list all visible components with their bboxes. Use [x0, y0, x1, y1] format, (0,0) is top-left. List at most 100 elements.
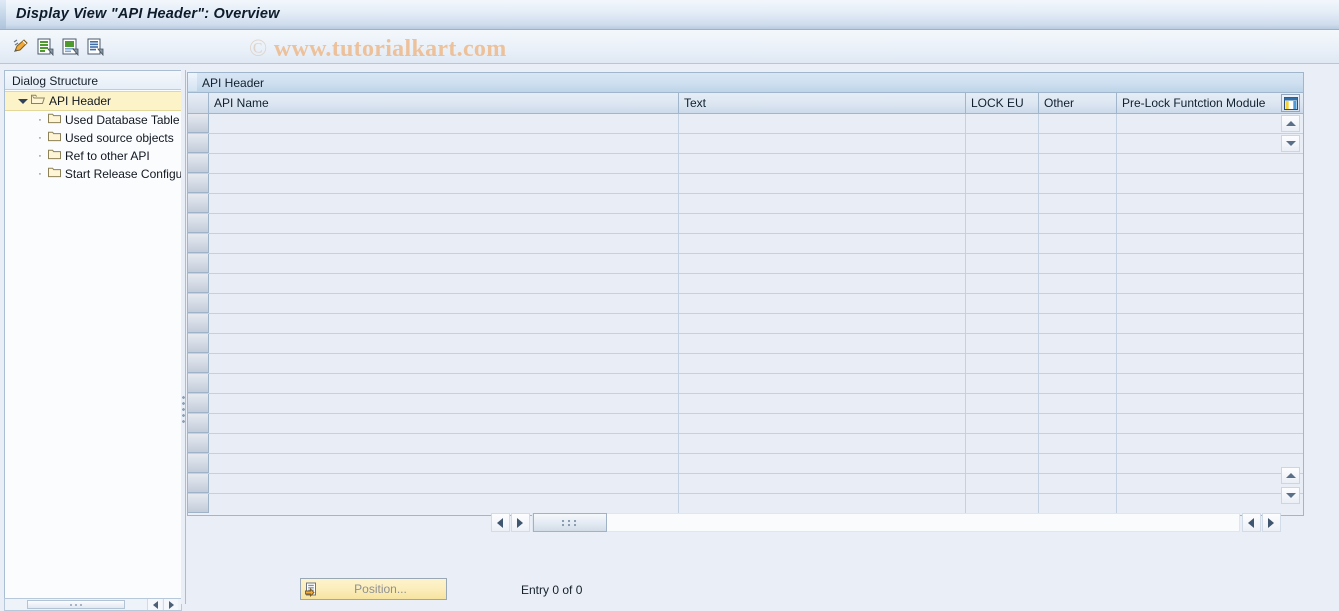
- table-cell[interactable]: [1039, 154, 1117, 173]
- table-cell[interactable]: [209, 334, 679, 353]
- table-cell[interactable]: [1039, 254, 1117, 273]
- table-cell[interactable]: [966, 414, 1039, 433]
- table-cell[interactable]: [1039, 274, 1117, 293]
- table-cell[interactable]: [679, 174, 966, 193]
- panel-splitter[interactable]: [181, 70, 186, 604]
- table-cell[interactable]: [1039, 454, 1117, 473]
- table-cell[interactable]: [209, 454, 679, 473]
- table-cell[interactable]: [1039, 134, 1117, 153]
- row-selector[interactable]: [188, 294, 209, 313]
- table-row[interactable]: [188, 454, 1303, 474]
- table-cell[interactable]: [1117, 214, 1303, 233]
- scroll-page-down-arrow[interactable]: [1281, 487, 1300, 504]
- table-cell[interactable]: [679, 294, 966, 313]
- row-selector[interactable]: [188, 194, 209, 213]
- sidebar-horizontal-scrollbar[interactable]: [4, 598, 182, 611]
- table-cell[interactable]: [1039, 194, 1117, 213]
- table-cell[interactable]: [679, 274, 966, 293]
- table-row[interactable]: [188, 114, 1303, 134]
- table-row[interactable]: [188, 434, 1303, 454]
- scroll-down-arrow[interactable]: [1281, 135, 1300, 152]
- table-vertical-scrollbar[interactable]: [1281, 93, 1301, 508]
- table-cell[interactable]: [1117, 414, 1303, 433]
- row-selector[interactable]: [188, 454, 209, 473]
- table-cell[interactable]: [679, 374, 966, 393]
- table-cell[interactable]: [1039, 334, 1117, 353]
- table-cell[interactable]: [966, 174, 1039, 193]
- row-selector[interactable]: [188, 474, 209, 493]
- table-cell[interactable]: [209, 234, 679, 253]
- table-cell[interactable]: [1117, 394, 1303, 413]
- row-selector[interactable]: [188, 234, 209, 253]
- table-cell[interactable]: [679, 414, 966, 433]
- table-cell[interactable]: [209, 134, 679, 153]
- hscroll-track[interactable]: [532, 513, 1240, 532]
- table-cell[interactable]: [1039, 174, 1117, 193]
- scroll-right-arrow[interactable]: [163, 599, 178, 610]
- row-selector[interactable]: [188, 314, 209, 333]
- table-cell[interactable]: [679, 494, 966, 513]
- table-row[interactable]: [188, 134, 1303, 154]
- table-cell[interactable]: [1039, 314, 1117, 333]
- table-cell[interactable]: [1039, 294, 1117, 313]
- table-cell[interactable]: [679, 434, 966, 453]
- column-header-lock-eu[interactable]: LOCK EU: [966, 93, 1039, 113]
- table-row[interactable]: [188, 374, 1303, 394]
- table-row[interactable]: [188, 214, 1303, 234]
- table-cell[interactable]: [679, 214, 966, 233]
- table-cell[interactable]: [966, 454, 1039, 473]
- row-selector[interactable]: [188, 494, 209, 513]
- table-row[interactable]: [188, 314, 1303, 334]
- table-cell[interactable]: [966, 254, 1039, 273]
- position-button[interactable]: Position...: [300, 578, 447, 600]
- row-selector[interactable]: [188, 394, 209, 413]
- hscroll-thumb[interactable]: [533, 513, 607, 532]
- table-cell[interactable]: [966, 234, 1039, 253]
- copy-as-icon[interactable]: [59, 37, 81, 57]
- details-icon[interactable]: [84, 37, 106, 57]
- table-cell[interactable]: [966, 394, 1039, 413]
- table-cell[interactable]: [1039, 394, 1117, 413]
- table-cell[interactable]: [1117, 274, 1303, 293]
- table-cell[interactable]: [679, 194, 966, 213]
- table-row[interactable]: [188, 394, 1303, 414]
- table-cell[interactable]: [679, 154, 966, 173]
- row-selector[interactable]: [188, 334, 209, 353]
- row-selector[interactable]: [188, 434, 209, 453]
- table-cell[interactable]: [966, 334, 1039, 353]
- row-selector[interactable]: [188, 154, 209, 173]
- table-row[interactable]: [188, 354, 1303, 374]
- table-cell[interactable]: [1117, 354, 1303, 373]
- row-selector[interactable]: [188, 134, 209, 153]
- table-cell[interactable]: [679, 314, 966, 333]
- table-cell[interactable]: [679, 114, 966, 133]
- row-selector[interactable]: [188, 114, 209, 133]
- table-cell[interactable]: [1117, 174, 1303, 193]
- table-cell[interactable]: [209, 274, 679, 293]
- table-cell[interactable]: [209, 154, 679, 173]
- table-cell[interactable]: [209, 374, 679, 393]
- hscroll-left-arrow[interactable]: [491, 513, 510, 532]
- table-cell[interactable]: [966, 294, 1039, 313]
- table-cell[interactable]: [1039, 214, 1117, 233]
- splitter-grip[interactable]: [182, 396, 185, 424]
- hscroll-page-left-arrow[interactable]: [1242, 513, 1261, 532]
- table-row[interactable]: [188, 414, 1303, 434]
- hscroll-right-arrow[interactable]: [511, 513, 530, 532]
- table-cell[interactable]: [1117, 494, 1303, 513]
- table-cell[interactable]: [209, 414, 679, 433]
- table-cell[interactable]: [1039, 234, 1117, 253]
- row-selector[interactable]: [188, 374, 209, 393]
- column-header-text[interactable]: Text: [679, 93, 966, 113]
- table-cell[interactable]: [1039, 414, 1117, 433]
- table-cell[interactable]: [1117, 294, 1303, 313]
- table-cell[interactable]: [1039, 434, 1117, 453]
- table-row[interactable]: [188, 294, 1303, 314]
- table-row[interactable]: [188, 254, 1303, 274]
- table-cell[interactable]: [966, 434, 1039, 453]
- table-row[interactable]: [188, 494, 1303, 514]
- row-selector[interactable]: [188, 414, 209, 433]
- table-row[interactable]: [188, 234, 1303, 254]
- table-cell[interactable]: [966, 194, 1039, 213]
- table-cell[interactable]: [679, 474, 966, 493]
